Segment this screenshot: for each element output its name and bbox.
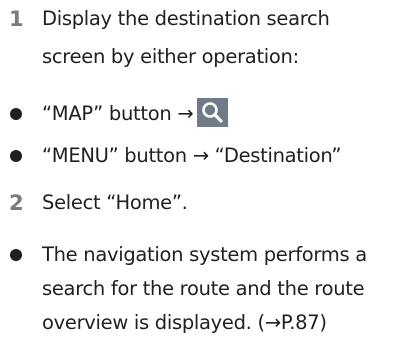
operation-1-line: “MAP” button → bbox=[42, 95, 229, 133]
step-number: 2 bbox=[9, 191, 24, 215]
bullet-icon bbox=[10, 108, 22, 120]
bullet-icon bbox=[10, 150, 22, 162]
step-1-line-2: screen by either operation: bbox=[42, 45, 299, 68]
operation-1-text: “MAP” button → bbox=[42, 102, 194, 125]
search-icon bbox=[197, 98, 229, 127]
step-2-line-1: Select “Home”. bbox=[42, 191, 188, 214]
note-line-1: The navigation system performs a bbox=[42, 243, 367, 266]
operation-2-text: “MENU” button → “Destination” bbox=[42, 144, 342, 167]
bullet-icon bbox=[10, 249, 22, 261]
instruction-page: 1 Display the destination search screen … bbox=[0, 0, 400, 339]
note-line-2: search for the route and the route bbox=[42, 277, 365, 300]
note-line-3: overview is displayed. (→P.87) bbox=[42, 311, 327, 334]
step-1-line-1: Display the destination search bbox=[42, 7, 330, 30]
step-number: 1 bbox=[9, 7, 24, 31]
